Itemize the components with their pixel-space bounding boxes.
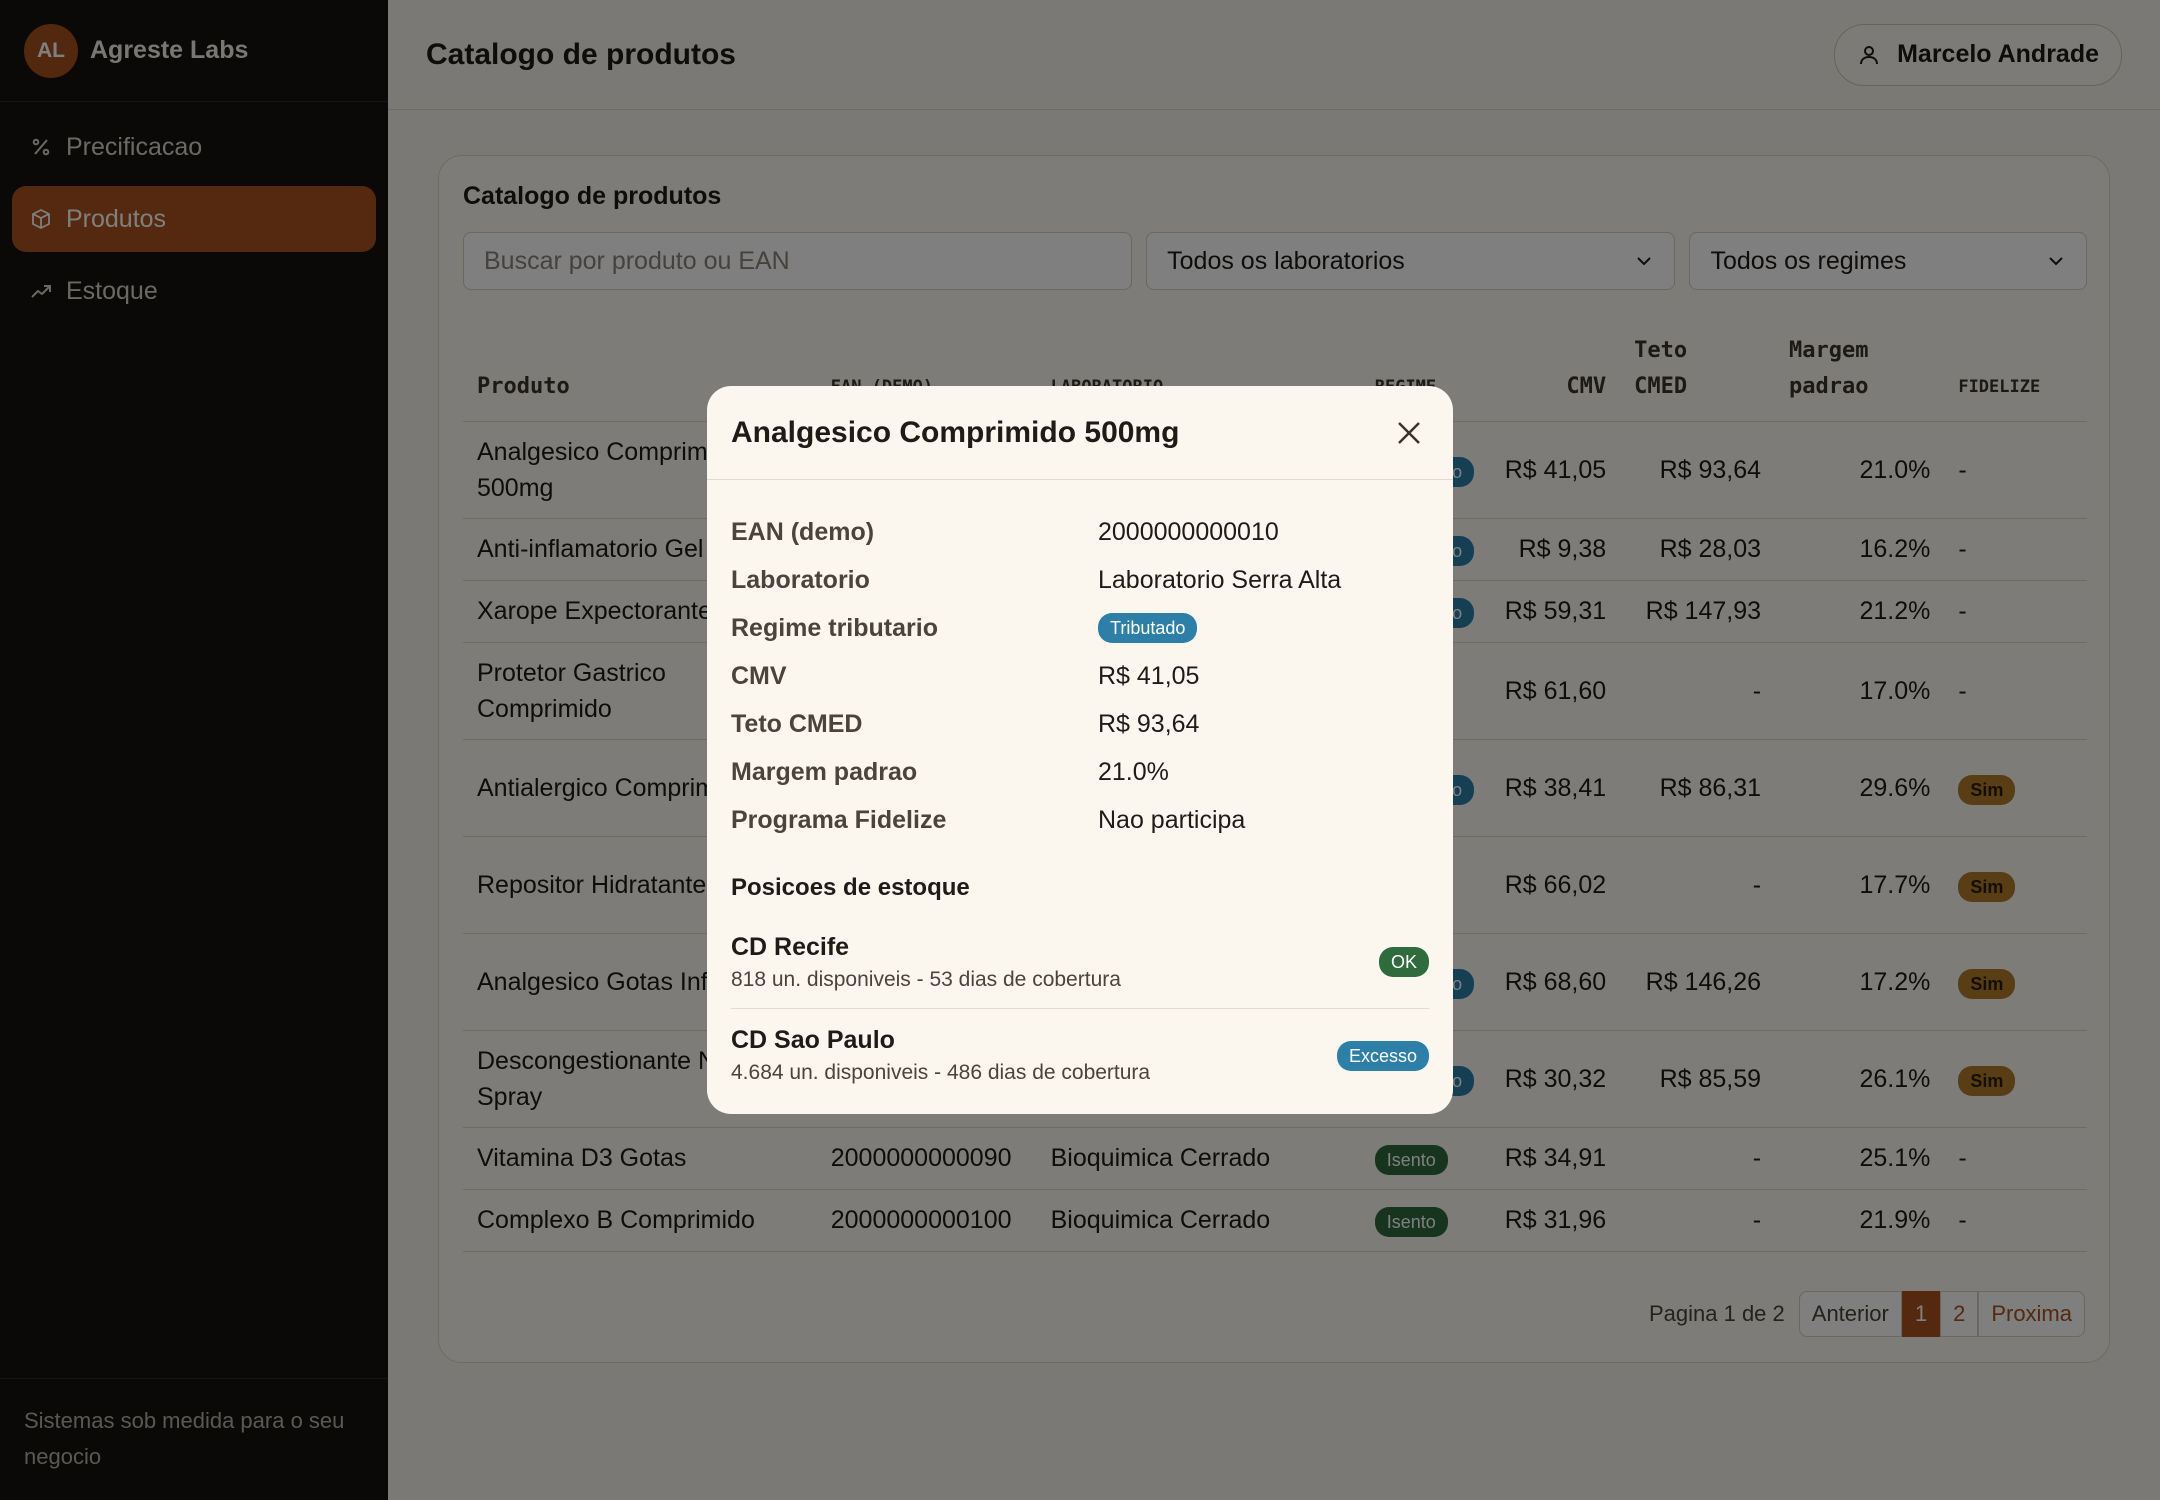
product-detail-modal: Analgesico Comprimido 500mg EAN (demo) 20… bbox=[707, 386, 1453, 1114]
stock-list: CD Recife 818 un. disponiveis - 53 dias d… bbox=[731, 916, 1429, 1102]
regime-badge: Tributado bbox=[1098, 613, 1198, 643]
stock-info: CD Recife 818 un. disponiveis - 53 dias d… bbox=[731, 933, 1121, 992]
detail-row: Programa Fidelize Nao participa bbox=[731, 796, 1429, 844]
detail-value: 2000000000010 bbox=[1098, 517, 1279, 546]
stock-summary: 4.684 un. disponiveis - 486 dias de cobe… bbox=[731, 1061, 1151, 1084]
detail-label: EAN (demo) bbox=[731, 517, 875, 546]
detail-row: Regime tributario Tributado bbox=[731, 604, 1429, 652]
detail-row: Margem padrao 21.0% bbox=[731, 748, 1429, 796]
detail-label: Programa Fidelize bbox=[731, 805, 947, 834]
stock-status-badge: OK bbox=[1378, 947, 1429, 977]
modal-details: EAN (demo) 2000000000010 Laboratorio Labora… bbox=[707, 480, 1453, 844]
detail-label: Laboratorio bbox=[731, 565, 870, 594]
detail-value: R$ 93,64 bbox=[1098, 709, 1200, 738]
stock-status-badge: Excesso bbox=[1336, 1040, 1429, 1071]
detail-value: 21.0% bbox=[1098, 757, 1169, 786]
stock-item: CD Recife 818 un. disponiveis - 53 dias d… bbox=[731, 916, 1429, 1009]
detail-label: CMV bbox=[731, 661, 787, 690]
detail-value: Nao participa bbox=[1098, 805, 1246, 834]
stock-name: CD Recife bbox=[731, 932, 850, 961]
detail-row: CMV R$ 41,05 bbox=[731, 652, 1429, 700]
detail-label: Teto CMED bbox=[731, 709, 863, 738]
stock-section-title: Posicoes de estoque bbox=[731, 874, 970, 901]
stock-item: CD Sao Paulo 4.684 un. disponiveis - 486 … bbox=[731, 1009, 1429, 1102]
detail-label: Margem padrao bbox=[731, 757, 918, 786]
modal-title: Analgesico Comprimido 500mg bbox=[731, 415, 1180, 449]
detail-row: Teto CMED R$ 93,64 bbox=[731, 700, 1429, 748]
close-icon bbox=[1398, 421, 1420, 444]
detail-row: Laboratorio Laboratorio Serra Alta bbox=[731, 556, 1429, 604]
stock-info: CD Sao Paulo 4.684 un. disponiveis - 486 … bbox=[731, 1026, 1150, 1085]
detail-value: R$ 41,05 bbox=[1098, 661, 1200, 690]
detail-row: EAN (demo) 2000000000010 bbox=[731, 508, 1429, 556]
close-button[interactable] bbox=[1389, 413, 1429, 453]
stock-summary: 818 un. disponiveis - 53 dias de cobertu… bbox=[731, 967, 1121, 991]
stock-name: CD Sao Paulo bbox=[731, 1026, 895, 1054]
detail-value: Laboratorio Serra Alta bbox=[1098, 565, 1342, 594]
modal-header: Analgesico Comprimido 500mg bbox=[707, 386, 1453, 480]
detail-label: Regime tributario bbox=[731, 613, 938, 642]
